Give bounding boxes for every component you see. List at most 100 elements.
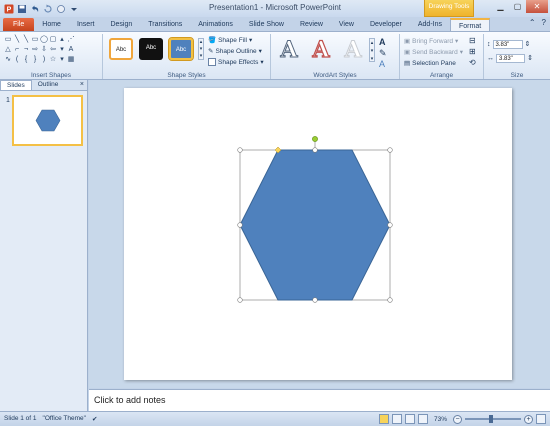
rectangle-icon[interactable]: ▭ xyxy=(31,36,39,44)
minimize-icon[interactable]: ▁ xyxy=(492,0,509,13)
close-icon[interactable]: ✕ xyxy=(526,0,548,13)
maximize-icon[interactable]: ▢ xyxy=(509,0,526,13)
tab-outline[interactable]: Outline xyxy=(32,80,65,90)
group-wordart-styles: A A A ▴ ▾ ▾ A ✎ A WordArt Styles xyxy=(271,34,400,79)
ribbon-right-controls: ⌃ ? xyxy=(529,18,546,27)
wordart-style-1[interactable]: A xyxy=(277,37,301,64)
slide-sorter-view-icon[interactable] xyxy=(391,414,402,424)
theme-name[interactable]: "Office Theme" xyxy=(43,415,86,423)
reading-view-icon[interactable] xyxy=(404,414,415,424)
text-box-icon[interactable]: A xyxy=(67,46,75,54)
gallery-scroll-icon[interactable]: ▾ xyxy=(58,46,66,54)
shape-height-input[interactable]: 3.83" xyxy=(492,39,523,49)
merge-icon[interactable]: ▦ xyxy=(67,56,75,64)
brace-icon[interactable]: } xyxy=(31,56,39,64)
zoom-out-button[interactable]: − xyxy=(453,414,462,424)
shape-style-sample-3[interactable]: Abc xyxy=(168,37,194,61)
spinner-icon[interactable]: ⇕ xyxy=(527,54,533,62)
normal-view-icon[interactable] xyxy=(378,414,389,424)
line-icon[interactable]: ╲ xyxy=(13,36,21,44)
help-icon[interactable]: ? xyxy=(542,18,546,27)
tab-home[interactable]: Home xyxy=(34,18,69,31)
spellcheck-status-icon[interactable]: ✔ xyxy=(92,415,97,423)
rotate-icon[interactable]: ⟲ xyxy=(469,58,476,67)
oval-icon[interactable]: ◯ xyxy=(40,36,48,44)
thumbnail-hexagon-shape xyxy=(35,109,61,132)
arrow-icon[interactable]: ⇨ xyxy=(31,46,39,54)
chevron-down-icon: ▾ xyxy=(454,38,459,45)
brace-icon[interactable]: { xyxy=(22,56,30,64)
group-objects-icon[interactable]: ⊞ xyxy=(469,47,476,56)
tab-insert[interactable]: Insert xyxy=(69,18,103,31)
fit-to-window-icon[interactable] xyxy=(536,414,546,424)
zoom-in-button[interactable]: + xyxy=(524,414,533,424)
elbow-connector-icon[interactable]: ⌐ xyxy=(13,46,21,54)
shape-style-sample-1[interactable]: Abc xyxy=(109,38,133,60)
shape-styles-gallery-scroll[interactable]: ▴ ▾ ▾ xyxy=(198,38,204,60)
group-label-size: Size xyxy=(510,72,524,79)
slide-thumbnail[interactable] xyxy=(12,95,83,146)
tab-review[interactable]: Review xyxy=(292,18,331,31)
ribbon: ▭ ╲ ╲ ▭ ◯ ▢ ▴ ⋰ △ ⌐ ¬ ⇨ ⇩ ⇦ ▾ A ∿ ( { } … xyxy=(0,31,550,80)
drawing-tools-context-label: Drawing Tools xyxy=(424,0,474,17)
star-icon[interactable]: ☆ xyxy=(49,56,57,64)
tab-slides[interactable]: Slides xyxy=(0,80,32,90)
bracket-icon[interactable]: ( xyxy=(13,56,21,64)
align-icon[interactable]: ⊟ xyxy=(469,36,476,45)
slide-canvas[interactable] xyxy=(124,88,512,380)
shape-fill-button[interactable]: 🪣 Shape Fill ▾ xyxy=(208,36,252,45)
arrow-icon[interactable]: ⇦ xyxy=(49,46,57,54)
gallery-scroll-icon[interactable]: ▴ xyxy=(58,36,66,44)
bring-forward-label: Bring Forward xyxy=(412,37,453,45)
bracket-icon[interactable]: ) xyxy=(40,56,48,64)
send-backward-label: Send Backward xyxy=(412,48,458,56)
shape-outline-button[interactable]: ✎ Shape Outline ▾ xyxy=(208,47,262,56)
minimize-ribbon-icon[interactable]: ⌃ xyxy=(529,18,536,27)
tab-format[interactable]: Format xyxy=(449,18,491,31)
slide-show-view-icon[interactable] xyxy=(417,414,428,424)
bring-forward-button[interactable]: ▣ Bring Forward ▾ xyxy=(404,37,459,46)
textbox-icon[interactable]: ▭ xyxy=(4,36,12,44)
slide-info: Slide 1 of 1 xyxy=(4,415,37,422)
gallery-more-icon[interactable]: ▾ xyxy=(58,56,66,64)
shapes-gallery[interactable]: ▭ ╲ ╲ ▭ ◯ ▢ ▴ ⋰ △ ⌐ ¬ ⇨ ⇩ ⇦ ▾ A ∿ ( { } … xyxy=(4,36,75,64)
tab-transitions[interactable]: Transitions xyxy=(140,18,190,31)
curve-icon[interactable]: ∿ xyxy=(4,56,12,64)
notes-pane[interactable]: Click to add notes xyxy=(89,389,550,411)
text-outline-icon[interactable]: ✎ xyxy=(379,48,387,59)
zoom-level[interactable]: 73% xyxy=(434,416,447,423)
width-icon: ↔ xyxy=(487,54,494,62)
selection-pane-button[interactable]: ▤ Selection Pane xyxy=(404,59,456,68)
wordart-style-3[interactable]: A xyxy=(341,37,365,64)
tab-file[interactable]: File xyxy=(3,18,35,31)
rounded-rectangle-icon[interactable]: ▢ xyxy=(49,36,57,44)
tab-developer[interactable]: Developer xyxy=(362,18,410,31)
arrow-icon[interactable]: ⇩ xyxy=(40,46,48,54)
hexagon-shape xyxy=(239,149,391,301)
send-backward-button[interactable]: ▣ Send Backward ▾ xyxy=(404,48,463,57)
chevron-down-icon: ▾ xyxy=(459,49,463,56)
edit-shape-icon[interactable]: ⋰ xyxy=(67,36,75,44)
tab-view[interactable]: View xyxy=(331,18,362,31)
text-fill-icon[interactable]: A xyxy=(379,37,386,47)
zoom-slider[interactable] xyxy=(465,415,521,423)
elbow-connector-icon[interactable]: ¬ xyxy=(22,46,30,54)
resize-handle xyxy=(237,297,243,303)
shape-width-input[interactable]: 3.83" xyxy=(496,53,526,63)
group-label-insert-shapes: Insert Shapes xyxy=(30,72,72,79)
text-effects-icon[interactable]: A xyxy=(379,59,385,69)
wordart-gallery-scroll[interactable]: ▴ ▾ ▾ xyxy=(369,38,375,62)
triangle-icon[interactable]: △ xyxy=(4,46,12,54)
shape-effects-icon xyxy=(208,58,216,66)
zoom-slider-thumb[interactable] xyxy=(489,415,493,423)
shape-style-sample-2[interactable]: Abc xyxy=(139,38,163,60)
wordart-style-2[interactable]: A xyxy=(309,36,333,63)
spinner-icon[interactable]: ⇕ xyxy=(525,40,531,48)
tab-animations[interactable]: Animations xyxy=(190,18,241,31)
close-pane-icon[interactable]: × xyxy=(80,80,84,90)
tab-design[interactable]: Design xyxy=(102,18,140,31)
line-icon[interactable]: ╲ xyxy=(22,36,30,44)
tab-slide-show[interactable]: Slide Show xyxy=(241,18,292,31)
tab-add-ins[interactable]: Add-Ins xyxy=(410,18,450,31)
shape-effects-button[interactable]: Shape Effects ▾ xyxy=(208,58,264,66)
